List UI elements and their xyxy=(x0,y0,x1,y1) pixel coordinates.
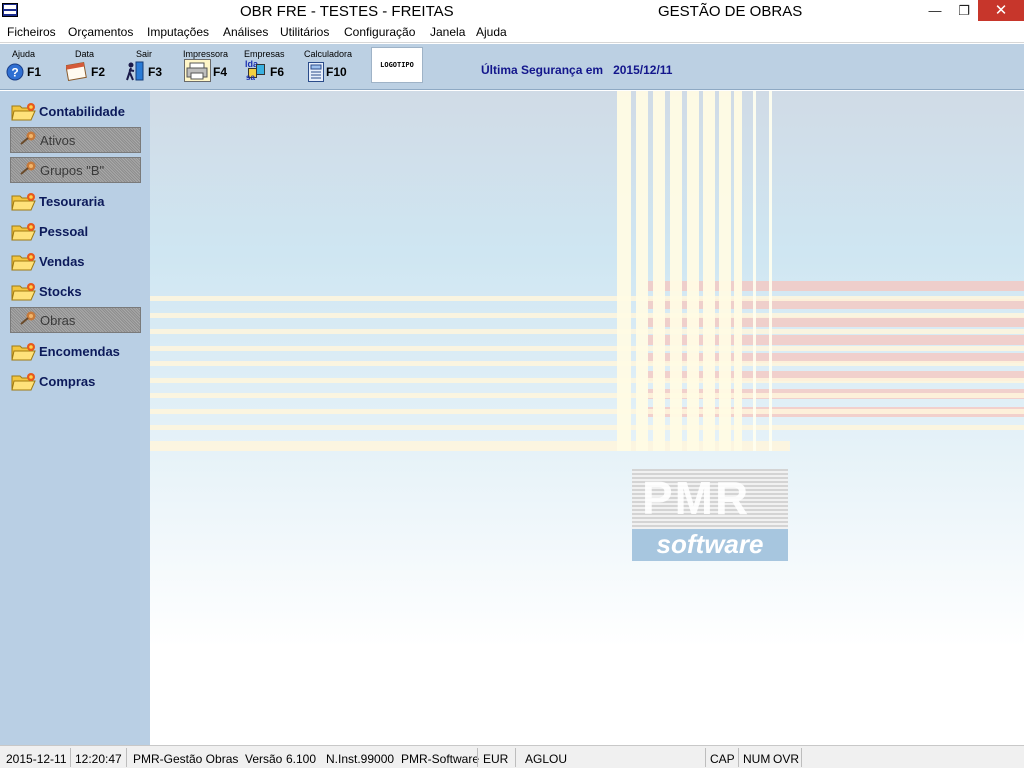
status-date: 2015-12-11 xyxy=(6,752,67,766)
exit-key: F3 xyxy=(148,65,163,79)
restore-button[interactable]: ❐ xyxy=(950,0,978,21)
date-caption: Data xyxy=(75,49,95,59)
disabled-gear-icon xyxy=(20,161,36,175)
exit-button[interactable]: Sair F3 xyxy=(125,46,169,86)
last-backup-date: 2015/12/11 xyxy=(613,63,673,77)
calculator-icon xyxy=(308,62,324,82)
folder-open-icon xyxy=(11,343,36,361)
status-vendor: PMR-Software xyxy=(401,752,480,766)
menu-analises[interactable]: Análises xyxy=(223,25,268,39)
companies-caption: Empresas xyxy=(244,49,285,59)
printer-key: F4 xyxy=(213,65,228,79)
date-button[interactable]: Data F2 xyxy=(66,46,110,86)
menu-janela[interactable]: Janela xyxy=(430,25,465,39)
sidebar-item-obras: Obras xyxy=(10,307,141,333)
sidebar-item-label: Grupos "B" xyxy=(40,163,105,178)
disabled-gear-icon xyxy=(20,131,36,145)
folder-open-icon xyxy=(11,193,36,211)
status-install: N.Inst.99000 xyxy=(326,752,395,766)
status-currency: EUR xyxy=(483,752,509,766)
companies-icon-sub: sa xyxy=(246,73,255,82)
logo-button[interactable]: LOGOTIPO xyxy=(371,47,423,83)
sidebar-item-label: Obras xyxy=(40,313,76,328)
sidebar-item-grupos-b: Grupos "B" xyxy=(10,157,141,183)
close-button[interactable]: ✕ xyxy=(978,0,1024,21)
title-bar: OBR FRE - TESTES - FREITAS GESTÃO DE OBR… xyxy=(0,0,1024,23)
menu-ficheiros[interactable]: Ficheiros xyxy=(7,25,56,39)
help-icon: ? xyxy=(6,63,24,81)
sidebar-item-pessoal[interactable]: Pessoal xyxy=(10,218,141,244)
sidebar-item-tesouraria[interactable]: Tesouraria xyxy=(10,188,141,214)
calculator-button[interactable]: Calculadora F10 xyxy=(304,46,356,86)
menu-utilitarios[interactable]: Utilitários xyxy=(280,25,329,39)
menu-ajuda[interactable]: Ajuda xyxy=(476,25,507,39)
status-ovr: OVR xyxy=(773,752,800,766)
pmr-logo: PMR xyxy=(632,469,788,531)
folder-open-icon xyxy=(11,283,36,301)
companies-key: F6 xyxy=(270,65,285,79)
folder-open-icon xyxy=(11,103,36,121)
sidebar-item-label: Vendas xyxy=(39,254,85,269)
exit-icon xyxy=(126,61,144,81)
status-product: PMR-Gestão Obras xyxy=(133,752,239,766)
folder-open-icon xyxy=(11,373,36,391)
sidebar-item-vendas[interactable]: Vendas xyxy=(10,248,141,274)
help-button[interactable]: Ajuda ? F1 xyxy=(6,46,52,86)
folder-open-icon xyxy=(11,253,36,271)
window-title: OBR FRE - TESTES - FREITAS xyxy=(240,3,454,20)
exit-caption: Sair xyxy=(136,49,153,59)
status-version: 6.100 xyxy=(286,752,317,766)
sidebar-item-ativos: Ativos xyxy=(10,127,141,153)
last-backup-label: Última Segurança em xyxy=(481,63,604,77)
calculator-caption: Calculadora xyxy=(304,49,353,59)
help-caption: Ajuda xyxy=(12,49,36,59)
calendar-icon xyxy=(66,61,87,81)
sidebar-item-encomendas[interactable]: Encomendas xyxy=(10,338,141,364)
sidebar-item-contabilidade[interactable]: Contabilidade xyxy=(10,98,141,124)
menu-orcamentos[interactable]: Orçamentos xyxy=(68,25,133,39)
status-cap: CAP xyxy=(710,752,735,766)
minimize-button[interactable]: — xyxy=(920,0,950,21)
module-title: GESTÃO DE OBRAS xyxy=(658,3,803,20)
software-logo: software xyxy=(632,529,788,561)
printer-icon xyxy=(184,59,211,82)
svg-text:?: ? xyxy=(11,66,18,80)
companies-button[interactable]: Empresas lda sa F6 xyxy=(244,46,292,86)
status-time: 12:20:47 xyxy=(75,752,122,766)
calculator-key: F10 xyxy=(326,65,347,79)
status-num: NUM xyxy=(743,752,771,766)
sidebar-item-label: Encomendas xyxy=(39,344,120,359)
printer-caption: Impressora xyxy=(183,49,229,59)
app-logo-icon[interactable] xyxy=(2,3,18,17)
sidebar-item-label: Tesouraria xyxy=(39,194,105,209)
printer-button[interactable]: Impressora F4 xyxy=(183,46,233,86)
menu-imputacoes[interactable]: Imputações xyxy=(147,25,209,39)
help-key: F1 xyxy=(27,65,42,79)
status-version-label: Versão xyxy=(245,752,283,766)
sidebar-item-label: Contabilidade xyxy=(39,104,125,119)
date-key: F2 xyxy=(91,65,106,79)
sidebar-item-label: Pessoal xyxy=(39,224,89,239)
module-sidebar: Contabilidade Ativos Grupos "B" Tesourar… xyxy=(0,91,150,745)
sidebar-item-stocks[interactable]: Stocks xyxy=(10,278,141,304)
status-bar: 2015-12-11 12:20:47 PMR-Gestão Obras Ver… xyxy=(0,745,1024,768)
menu-configuracao[interactable]: Configuração xyxy=(344,25,415,39)
disabled-gear-icon xyxy=(20,311,36,325)
menu-bar: Ficheiros Orçamentos Imputações Análises… xyxy=(0,23,1024,43)
sidebar-item-compras[interactable]: Compras xyxy=(10,368,141,394)
sidebar-item-label: Ativos xyxy=(40,133,76,148)
workspace: PMR software xyxy=(150,91,1024,745)
toolbar: Ajuda ? F1 Data F2 Sair F3 Impressora F4… xyxy=(0,44,1024,90)
last-backup-info: Última Segurança em 2015/12/11 xyxy=(481,63,672,77)
sidebar-item-label: Compras xyxy=(39,374,96,389)
pmr-logo-text: PMR xyxy=(642,472,751,524)
folder-open-icon xyxy=(11,223,36,241)
status-user: AGLOU xyxy=(525,752,568,766)
companies-icon: lda sa xyxy=(245,59,269,83)
sidebar-item-label: Stocks xyxy=(39,284,82,299)
